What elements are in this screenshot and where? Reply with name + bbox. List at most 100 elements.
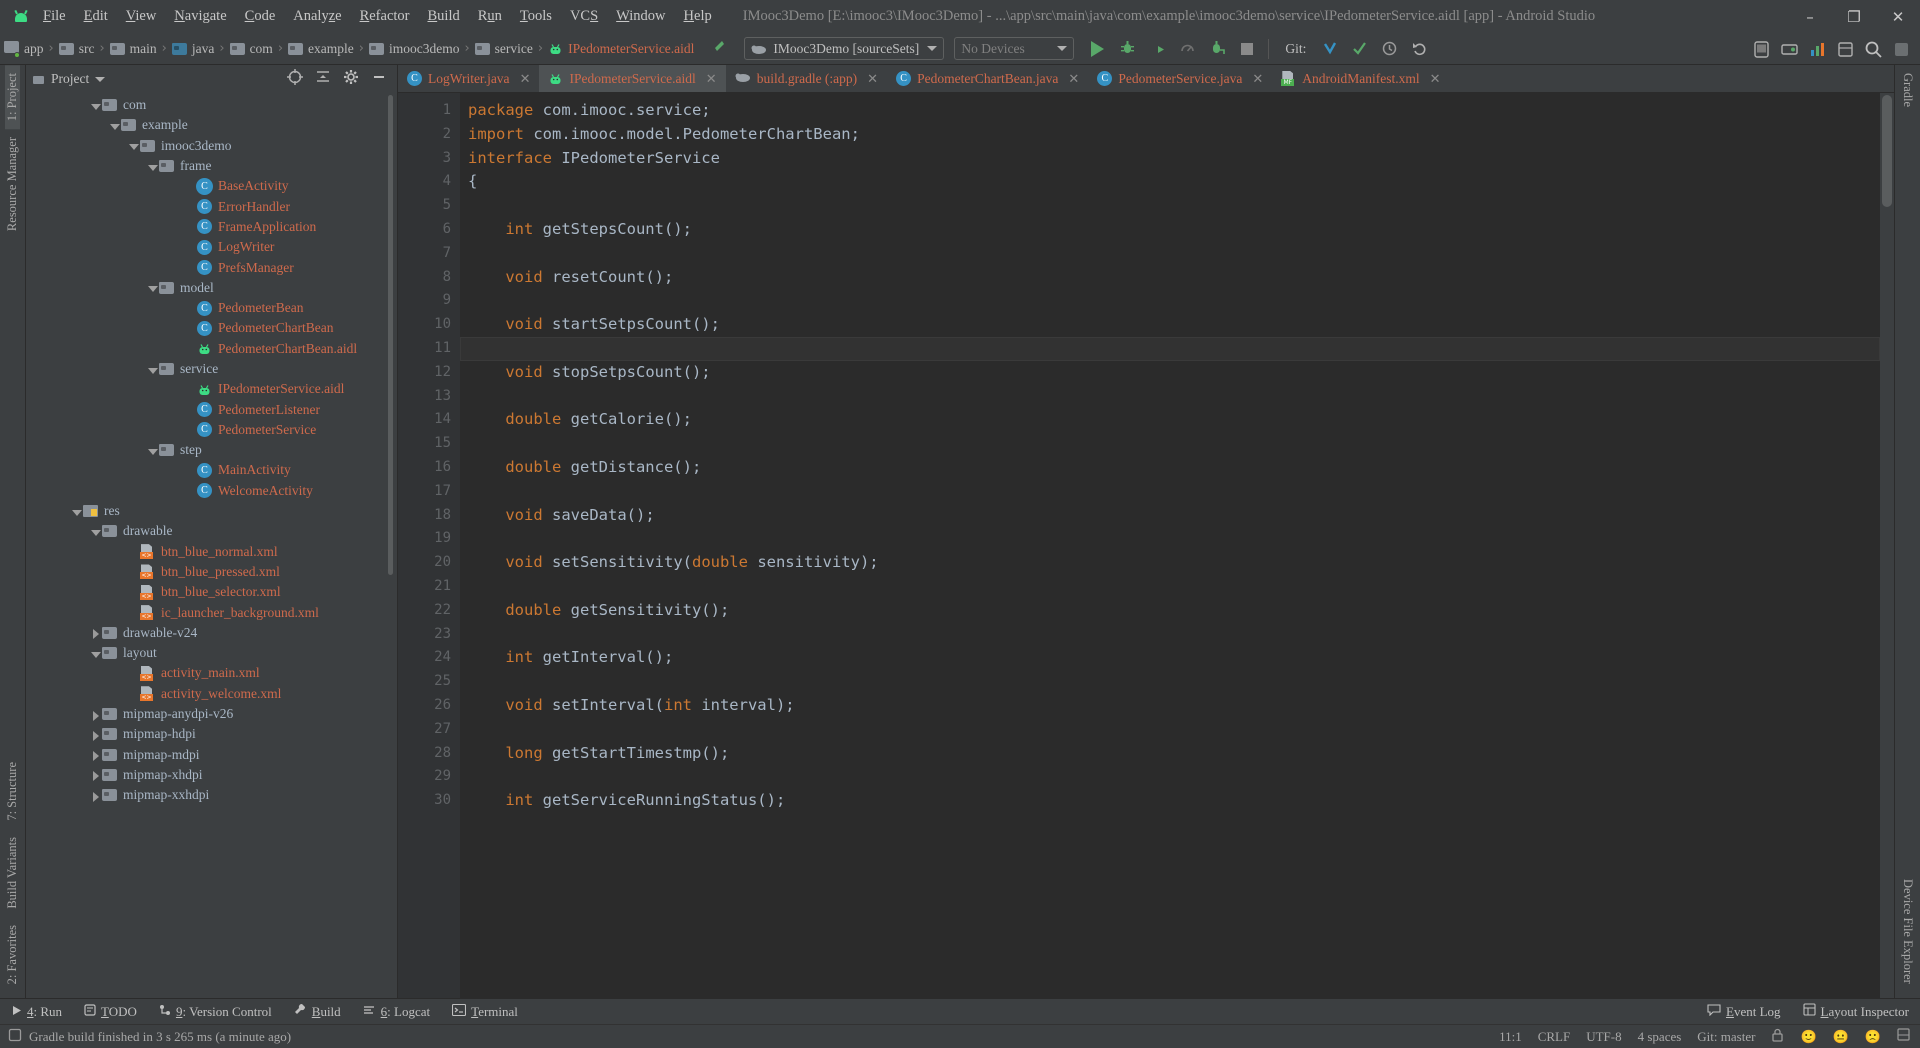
- sdk-manager-icon[interactable]: [1776, 36, 1802, 62]
- tree-expander[interactable]: [127, 565, 140, 578]
- tree-expander[interactable]: [108, 119, 121, 132]
- tree-node-logwriter[interactable]: C LogWriter: [26, 237, 397, 257]
- tree-expander[interactable]: [146, 281, 159, 294]
- code-line[interactable]: [460, 813, 1880, 837]
- code-line[interactable]: double getDistance();: [460, 456, 1880, 480]
- close-icon[interactable]: ✕: [867, 71, 878, 87]
- tool-window-tab-resource-manager[interactable]: Resource Manager: [5, 129, 20, 239]
- code-line[interactable]: long getStartTimestmp();: [460, 742, 1880, 766]
- tree-node-model[interactable]: model: [26, 278, 397, 298]
- tool-window-tab-2--favorites[interactable]: 2: Favorites: [5, 917, 20, 992]
- tree-node-mipmap-xhdpi[interactable]: mipmap-xhdpi: [26, 765, 397, 785]
- code-editor[interactable]: 1 2 3 4 5 6 7 8 9 10 11 12 13 14 15 16 17 18 19 20 21 22 23 24 2…: [398, 93, 1894, 998]
- tree-expander[interactable]: [184, 423, 197, 436]
- tree-node-mainactivity[interactable]: C MainActivity: [26, 460, 397, 480]
- code-line[interactable]: void saveData();: [460, 504, 1880, 528]
- layout-editor-icon[interactable]: [1832, 36, 1858, 62]
- tree-expander[interactable]: [184, 464, 197, 477]
- minimize-button[interactable]: –: [1788, 0, 1832, 33]
- tree-node-mipmap-xxhdpi[interactable]: mipmap-xxhdpi: [26, 785, 397, 805]
- tool-window-tab-gradle[interactable]: Gradle: [1900, 65, 1915, 115]
- tree-expander[interactable]: [89, 99, 102, 112]
- tree-node-errorhandler[interactable]: C ErrorHandler: [26, 196, 397, 216]
- history-icon[interactable]: [1376, 36, 1402, 62]
- debug-icon[interactable]: [1114, 36, 1140, 62]
- file-encoding[interactable]: UTF-8: [1586, 1029, 1621, 1045]
- menu-item-window[interactable]: Window: [607, 6, 674, 27]
- tree-expander[interactable]: [184, 322, 197, 335]
- tree-node-mipmap-mdpi[interactable]: mipmap-mdpi: [26, 745, 397, 765]
- project-tree-scrollbar[interactable]: [388, 95, 393, 575]
- run-configuration-selector[interactable]: IMooc3Demo [sourceSets]: [744, 37, 945, 60]
- stop-icon[interactable]: [1234, 36, 1260, 62]
- tree-expander[interactable]: [89, 748, 102, 762]
- tree-node-baseactivity[interactable]: C BaseActivity: [26, 176, 397, 196]
- tree-expander[interactable]: [184, 403, 197, 416]
- tool-window-button-event-log[interactable]: Event Log: [1696, 999, 1792, 1025]
- tree-expander[interactable]: [89, 768, 102, 782]
- tree-node-step[interactable]: step: [26, 440, 397, 460]
- tree-node-btn-blue-normal-xml[interactable]: <> btn_blue_normal.xml: [26, 542, 397, 562]
- commit-icon[interactable]: [1346, 36, 1372, 62]
- tree-node-pedometerchartbean-aidl[interactable]: PedometerChartBean.aidl: [26, 339, 397, 359]
- code-line[interactable]: double getCalorie();: [460, 408, 1880, 432]
- tree-node-drawable-v24[interactable]: drawable-v24: [26, 623, 397, 643]
- attach-debugger-icon[interactable]: [1204, 36, 1230, 62]
- editor-scrollbar[interactable]: ✓: [1880, 93, 1894, 998]
- tree-node-activity-welcome-xml[interactable]: <> activity_welcome.xml: [26, 684, 397, 704]
- tree-node-pedometerlistener[interactable]: C PedometerListener: [26, 399, 397, 419]
- tool-window-button-4--run[interactable]: 4: Run: [0, 999, 73, 1025]
- menu-item-analyze[interactable]: Analyze: [284, 6, 350, 27]
- profiler2-icon[interactable]: [1804, 36, 1830, 62]
- code-line[interactable]: [460, 527, 1880, 551]
- tool-window-button-6--logcat[interactable]: 6: Logcat: [352, 999, 441, 1025]
- tree-expander[interactable]: [146, 444, 159, 457]
- breadcrumb-item-java[interactable]: java: [171, 41, 214, 57]
- tool-window-button-terminal[interactable]: Terminal: [441, 999, 529, 1025]
- code-line[interactable]: int getServiceRunningStatus();: [460, 789, 1880, 813]
- code-line[interactable]: interface IPedometerService: [460, 147, 1880, 171]
- tree-node-btn-blue-selector-xml[interactable]: <> btn_blue_selector.xml: [26, 582, 397, 602]
- gear-icon[interactable]: [343, 69, 359, 89]
- tree-node-frameapplication[interactable]: C FrameApplication: [26, 217, 397, 237]
- code-line[interactable]: [460, 242, 1880, 266]
- project-tree[interactable]: com example imooc3demo frame C BaseActivity C E…: [26, 93, 397, 998]
- feedback-sad-icon[interactable]: 🙁: [1865, 1029, 1881, 1045]
- tree-node-com[interactable]: com: [26, 95, 397, 115]
- code-line[interactable]: void startSetpsCount();: [460, 313, 1880, 337]
- tree-node-layout[interactable]: layout: [26, 643, 397, 663]
- search-icon[interactable]: [1860, 36, 1886, 62]
- breadcrumb-item-example[interactable]: example: [288, 41, 354, 57]
- tool-window-button-9--version-control[interactable]: 9: Version Control: [148, 999, 283, 1025]
- tree-node-service[interactable]: service: [26, 359, 397, 379]
- code-line[interactable]: package com.imooc.service;: [460, 99, 1880, 123]
- tree-expander[interactable]: [89, 789, 102, 802]
- editor-tab-androidmanifest-xml[interactable]: MF AndroidManifest.xml ✕: [1272, 65, 1449, 92]
- tool-window-tab-1--project[interactable]: 1: Project: [5, 65, 20, 130]
- menu-item-refactor[interactable]: Refactor: [351, 6, 419, 27]
- tree-expander[interactable]: [70, 505, 83, 518]
- code-line[interactable]: [460, 432, 1880, 456]
- code-line[interactable]: [460, 623, 1880, 647]
- breadcrumb-item-com[interactable]: com: [229, 41, 273, 57]
- close-icon[interactable]: ✕: [706, 71, 717, 87]
- tree-expander[interactable]: [184, 261, 197, 274]
- editor-tab-build-gradle---app-[interactable]: build.gradle (:app) ✕: [726, 65, 887, 92]
- code-line[interactable]: [460, 670, 1880, 694]
- tree-node-welcomeactivity[interactable]: C WelcomeActivity: [26, 481, 397, 501]
- device-selector[interactable]: No Devices: [954, 37, 1075, 60]
- tree-expander[interactable]: [184, 180, 197, 193]
- tree-expander[interactable]: [89, 647, 102, 660]
- tree-node-example[interactable]: example: [26, 115, 397, 135]
- tree-node-drawable[interactable]: drawable: [26, 521, 397, 541]
- tree-expander[interactable]: [184, 220, 197, 233]
- tree-expander[interactable]: [89, 708, 102, 721]
- breadcrumb-item-ipedometerservice-aidl[interactable]: IPedometerService.aidl: [548, 41, 694, 57]
- code-line[interactable]: [460, 765, 1880, 789]
- code-line[interactable]: [460, 289, 1880, 313]
- menu-item-tools[interactable]: Tools: [511, 6, 561, 27]
- tree-node-frame[interactable]: frame: [26, 156, 397, 176]
- run-icon[interactable]: [1084, 36, 1110, 62]
- help-search-icon[interactable]: [1888, 36, 1914, 62]
- tree-node-imooc3demo[interactable]: imooc3demo: [26, 136, 397, 156]
